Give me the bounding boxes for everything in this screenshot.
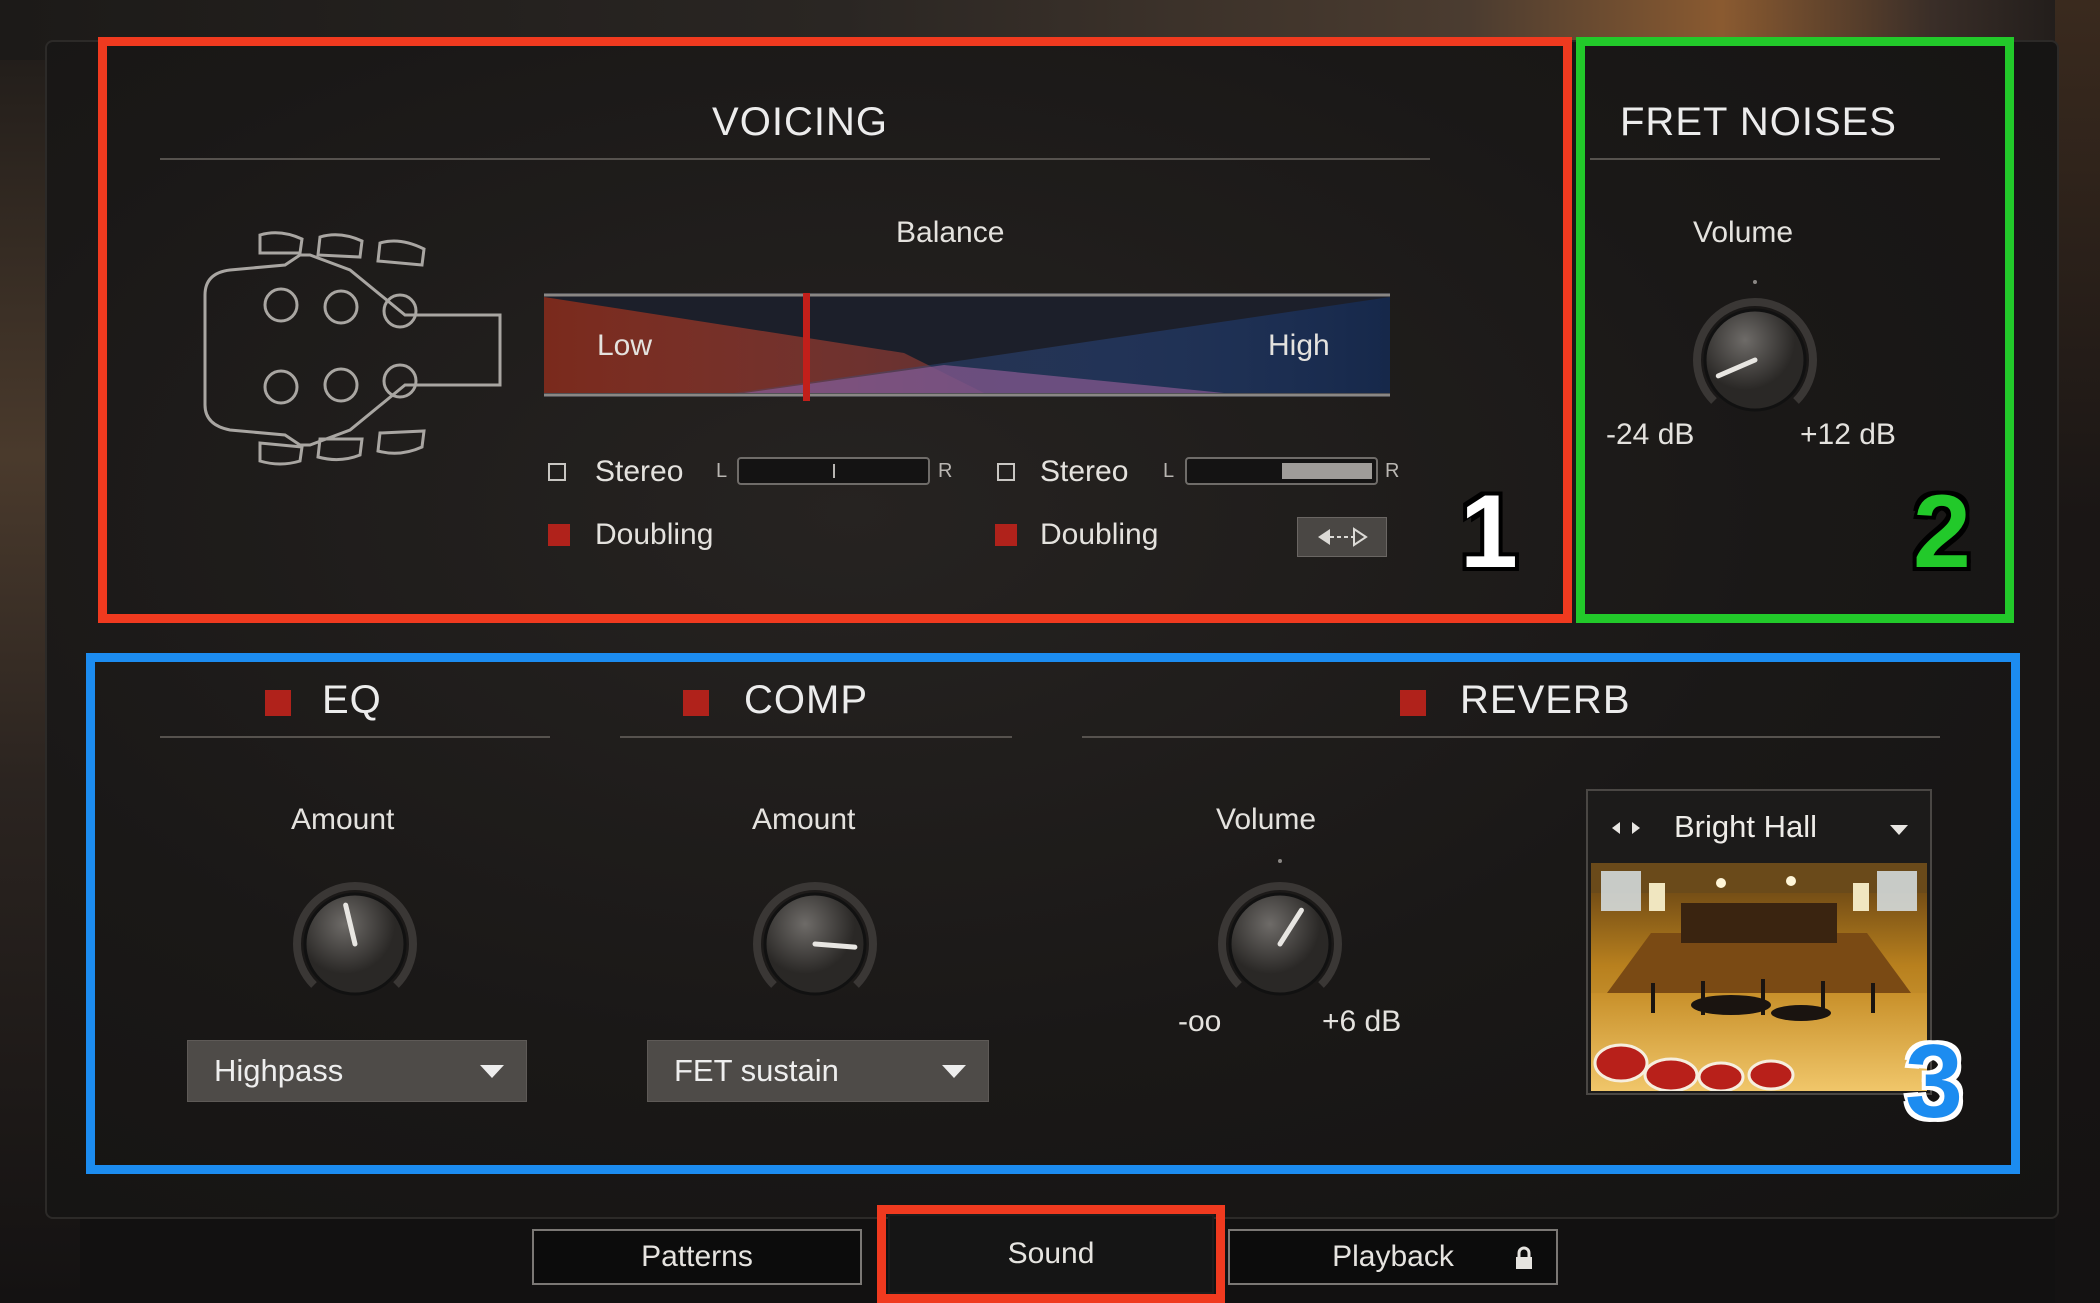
annotation-badge-1: 1 <box>1460 474 1518 590</box>
tab-patterns[interactable]: Patterns <box>532 1229 862 1285</box>
tab-playback-label: Playback <box>1332 1240 1454 1273</box>
background-right <box>2055 0 2100 1303</box>
highlight-box-voicing <box>98 37 1572 623</box>
lock-icon <box>1516 1246 1532 1269</box>
tab-sound[interactable]: Sound <box>888 1214 1214 1294</box>
highlight-box-effects <box>86 653 2020 1174</box>
annotation-badge-2: 2 <box>1913 474 1971 590</box>
tab-playback[interactable]: Playback <box>1228 1229 1558 1285</box>
annotation-badge-3: 3 <box>1905 1024 1963 1140</box>
